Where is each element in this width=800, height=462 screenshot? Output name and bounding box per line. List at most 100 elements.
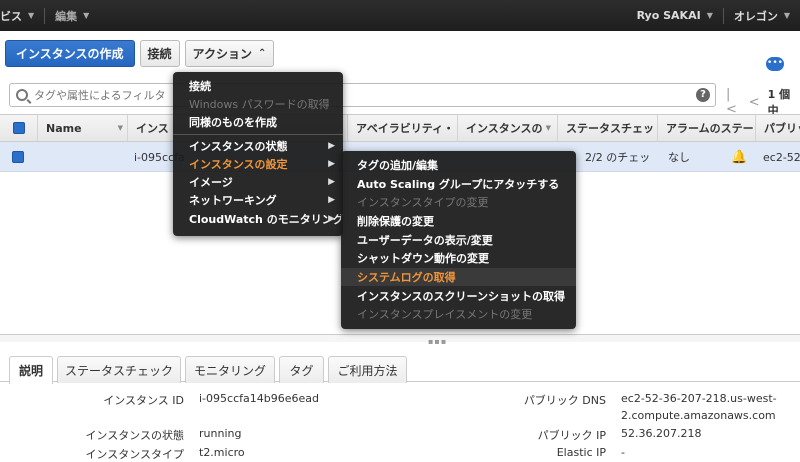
- menu-item-instance-settings[interactable]: インスタンスの設定 ▶: [173, 155, 343, 173]
- row-checkbox[interactable]: [12, 151, 24, 163]
- services-menu[interactable]: ビス ▼: [0, 8, 44, 24]
- row-checkbox-cell[interactable]: [12, 142, 26, 172]
- menu-item-change-shutdown-behavior[interactable]: シャットダウン動作の変更: [341, 249, 576, 267]
- edit-menu[interactable]: 編集 ▼: [45, 8, 99, 24]
- col-alarm-label: アラームのステー: [666, 122, 754, 135]
- instance-id-label: インスタンス ID: [103, 394, 184, 407]
- instance-state-label: インスタンスの状態: [85, 429, 184, 442]
- col-instance-id-label: インス: [136, 122, 169, 135]
- tab-usage[interactable]: ご利用方法: [328, 356, 407, 383]
- menu-item-add-edit-tags[interactable]: タグの追加/編集: [341, 156, 576, 174]
- prev-page-icon[interactable]: <: [749, 95, 760, 110]
- chevron-down-icon: ▼: [706, 11, 713, 20]
- instance-state-value: running: [199, 427, 242, 440]
- first-page-icon[interactable]: |<: [726, 87, 741, 117]
- pane-splitter[interactable]: ▪▪▪: [0, 334, 800, 346]
- chevron-right-icon: ▶: [328, 159, 335, 169]
- search-input[interactable]: [34, 88, 174, 102]
- chevron-down-icon: ▼: [83, 11, 90, 20]
- tab-monitoring[interactable]: モニタリング: [185, 356, 275, 383]
- user-label: Ryo SAKAI: [636, 9, 701, 22]
- select-all-checkbox[interactable]: [12, 122, 25, 134]
- menu-item-label: CloudWatch のモニタリング: [189, 213, 344, 226]
- menu-item-label: ネットワーキング: [189, 194, 277, 207]
- instance-settings-submenu: タグの追加/編集 Auto Scaling グループにアタッチする インスタンス…: [341, 151, 576, 329]
- detail-tabs: 説明 ステータスチェック モニタリング タグ ご利用方法: [0, 352, 800, 384]
- menu-item-view-change-user-data[interactable]: ユーザーデータの表示/変更: [341, 231, 576, 249]
- col-state-label: インスタンスの: [466, 122, 543, 135]
- instance-type-value: t2.micro: [199, 446, 245, 459]
- chevron-down-icon: ▼: [28, 11, 35, 20]
- menu-item-label: インスタンスの設定: [189, 158, 288, 171]
- col-name[interactable]: Name ▼: [37, 115, 127, 141]
- menu-item-modify-instance-placement: インスタンスプレイスメントの変更: [357, 308, 533, 321]
- menu-item-instance-state[interactable]: インスタンスの状態 ▶: [173, 137, 343, 155]
- menu-item-label: インスタンスの状態: [189, 140, 288, 153]
- details-panel: インスタンス ID i-095ccfa14b96e6ead インスタンスの状態 …: [0, 382, 800, 462]
- menu-item-networking[interactable]: ネットワーキング ▶: [173, 191, 343, 209]
- chevron-up-icon: ⌃: [257, 48, 267, 59]
- menu-item-get-windows-password: Windows パスワードの取得: [189, 98, 330, 111]
- elastic-ip-label: Elastic IP: [556, 446, 606, 459]
- tab-description[interactable]: 説明: [9, 356, 53, 384]
- connect-button[interactable]: 接続: [139, 40, 180, 67]
- menu-item-get-instance-screenshot[interactable]: インスタンスのスクリーンショットの取得: [341, 287, 576, 305]
- instance-type-label: インスタンスタイプ: [85, 448, 184, 461]
- cell-alarm: なし: [668, 151, 690, 164]
- search-box[interactable]: [9, 83, 716, 107]
- col-az-label: アベイラビリティ・: [356, 122, 455, 135]
- public-dns-value-1: ec2-52-36-207-218.us-west-: [621, 392, 777, 405]
- menu-item-launch-more-like-this[interactable]: 同様のものを作成: [173, 113, 343, 131]
- chevron-right-icon: ▶: [328, 141, 335, 151]
- actions-button[interactable]: アクション ⌃: [184, 40, 275, 67]
- menu-item-image[interactable]: イメージ ▶: [173, 173, 343, 191]
- select-all-cell[interactable]: [0, 115, 37, 141]
- public-ip-label: パブリック IP: [537, 429, 606, 442]
- cell-public-dns: ec2-52-: [763, 150, 800, 164]
- col-instance-state[interactable]: インスタンスの ▼: [457, 115, 557, 141]
- instance-id-value: i-095ccfa14b96e6ead: [199, 392, 319, 405]
- chevron-down-icon: ▼: [783, 11, 790, 20]
- top-nav: ビス ▼ 編集 ▼ Ryo SAKAI ▼ オレゴン ▼: [0, 0, 800, 31]
- alarm-bell-icon[interactable]: 🔔: [731, 142, 751, 172]
- col-status-check[interactable]: ステータスチェッ ▼: [557, 115, 657, 141]
- menu-item-change-termination-protection[interactable]: 削除保護の変更: [341, 212, 576, 230]
- sort-icon: ▼: [545, 124, 551, 132]
- menu-item-get-system-log[interactable]: システムログの取得: [341, 268, 576, 286]
- col-dns-label: パブリッ: [764, 122, 800, 135]
- actions-menu: 接続 Windows パスワードの取得 同様のものを作成 インスタンスの状態 ▶…: [173, 72, 344, 236]
- col-status-label: ステータスチェッ: [566, 122, 654, 135]
- col-name-label: Name: [46, 121, 82, 135]
- chat-icon[interactable]: •••: [766, 57, 784, 71]
- chevron-right-icon: ▶: [328, 177, 335, 187]
- public-ip-value: 52.36.207.218: [621, 427, 702, 440]
- region-menu[interactable]: オレゴン ▼: [724, 8, 800, 24]
- chevron-right-icon: ▶: [328, 214, 335, 224]
- toolbar: インスタンスの作成 接続 アクション ⌃ •••: [0, 31, 800, 76]
- services-label: ビス: [0, 9, 22, 23]
- sort-icon: ▼: [117, 124, 123, 132]
- search-icon: [16, 89, 28, 101]
- menu-divider: [173, 134, 343, 135]
- menu-item-cloudwatch-monitoring[interactable]: CloudWatch のモニタリング ▶: [173, 210, 344, 228]
- menu-item-label: イメージ: [189, 176, 233, 189]
- menu-item-attach-auto-scaling[interactable]: Auto Scaling グループにアタッチする: [341, 175, 576, 193]
- filter-bar: ? |< < 1 個中: [0, 80, 800, 117]
- menu-item-change-instance-type: インスタンスタイプの変更: [357, 196, 489, 209]
- tab-tags[interactable]: タグ: [279, 356, 324, 383]
- public-dns-value-2: 2.compute.amazonaws.com: [621, 409, 776, 422]
- launch-instance-button[interactable]: インスタンスの作成: [5, 40, 135, 67]
- col-availability-zone[interactable]: アベイラビリティ・ ▼: [347, 115, 457, 141]
- col-public-dns[interactable]: パブリッ: [755, 115, 800, 141]
- help-icon[interactable]: ?: [696, 88, 710, 102]
- actions-label: アクション: [192, 47, 252, 61]
- table-header: Name ▼ インス アベイラビリティ・ ▼ インスタンスの ▼ ステータスチェ…: [0, 114, 800, 142]
- tab-status-checks[interactable]: ステータスチェック: [57, 356, 181, 383]
- public-dns-label: パブリック DNS: [523, 394, 606, 407]
- user-menu[interactable]: Ryo SAKAI ▼: [627, 9, 723, 22]
- col-alarm[interactable]: アラームのステー: [657, 115, 755, 141]
- edit-label: 編集: [55, 9, 78, 23]
- menu-item-connect[interactable]: 接続: [173, 77, 343, 95]
- chevron-right-icon: ▶: [328, 195, 335, 205]
- drag-handle-icon: ▪▪▪: [428, 337, 448, 346]
